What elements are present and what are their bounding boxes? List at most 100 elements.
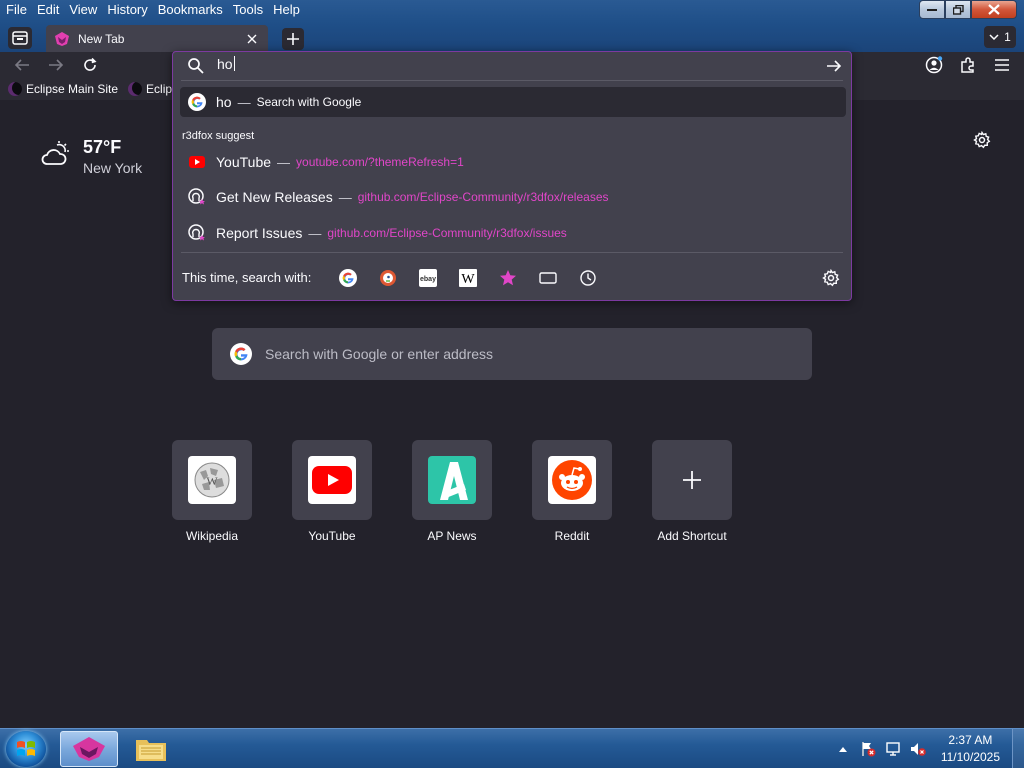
urlbar-input-value: ho xyxy=(217,56,233,72)
menu-help[interactable]: Help xyxy=(268,0,305,20)
shortcut-tile xyxy=(292,440,372,520)
back-arrow-icon xyxy=(14,59,29,71)
youtube-icon xyxy=(308,456,356,504)
newtab-search-input[interactable]: Search with Google or enter address xyxy=(212,328,812,380)
ebay-icon[interactable]: ebay xyxy=(418,268,438,288)
tab-close-button[interactable] xyxy=(244,31,260,47)
menu-tools[interactable]: Tools xyxy=(228,0,268,20)
add-shortcut-button[interactable]: Add Shortcut xyxy=(652,440,732,543)
firefox-view-button[interactable] xyxy=(8,27,32,49)
svg-text:W: W xyxy=(206,474,218,488)
windows-taskbar: 2:37 AM 11/10/2025 xyxy=(0,728,1024,768)
search-icon xyxy=(188,58,204,74)
volume-muted-icon[interactable] xyxy=(910,741,926,757)
menu-history[interactable]: History xyxy=(102,0,152,20)
close-window-button[interactable] xyxy=(971,0,1017,19)
result-action: Search with Google xyxy=(256,95,362,109)
shortcut-label: Add Shortcut xyxy=(657,529,727,543)
urlbar-input-row[interactable]: ho xyxy=(173,52,851,80)
weather-city: New York xyxy=(83,160,143,176)
all-tabs-button[interactable]: 1 xyxy=(984,26,1016,48)
reload-button[interactable] xyxy=(80,55,100,75)
extensions-button[interactable] xyxy=(958,55,978,75)
minimize-icon xyxy=(927,8,937,11)
shortcut-ap-news[interactable]: AP News xyxy=(412,440,492,543)
history-icon[interactable] xyxy=(578,268,598,288)
search-settings-button[interactable] xyxy=(821,268,841,288)
duckduckgo-icon[interactable] xyxy=(378,268,398,288)
start-button[interactable] xyxy=(6,731,46,767)
reload-icon xyxy=(84,57,97,71)
menu-bookmarks[interactable]: Bookmarks xyxy=(153,0,228,20)
text-caret xyxy=(233,56,235,71)
result-group-label: r3dfox suggest xyxy=(182,130,255,142)
gear-icon xyxy=(822,269,840,287)
action-center-icon[interactable] xyxy=(860,741,876,757)
back-button[interactable] xyxy=(12,55,32,75)
divider xyxy=(181,252,843,253)
urlbar-result-search[interactable]: ho — Search with Google xyxy=(180,87,846,117)
chevron-down-icon xyxy=(989,34,999,40)
urlbar-input[interactable]: ho xyxy=(217,56,235,72)
gear-icon xyxy=(973,131,991,149)
bookmark-label: Eclipse Main Site xyxy=(26,82,119,96)
urlbar-dropdown: ho ho — Search with Google r3dfox sugges… xyxy=(172,51,852,301)
account-button[interactable] xyxy=(924,55,944,75)
r3dfox-logo-icon xyxy=(55,31,69,46)
bookmark-item[interactable]: Eclips xyxy=(128,82,178,96)
go-arrow-icon[interactable] xyxy=(825,57,843,75)
shortcut-label: AP News xyxy=(427,529,477,543)
tab-new-tab[interactable]: New Tab xyxy=(46,25,268,52)
eclipse-icon xyxy=(8,82,22,96)
tab-count: 1 xyxy=(1004,30,1011,44)
show-desktop-button[interactable] xyxy=(1012,729,1024,768)
shortcut-youtube[interactable]: YouTube xyxy=(292,440,372,543)
urlbar-result[interactable]: Report Issues — github.com/Eclipse-Commu… xyxy=(180,218,846,248)
tabs-icon[interactable] xyxy=(538,268,558,288)
new-tab-button[interactable] xyxy=(282,28,304,50)
result-title: Report Issues xyxy=(216,225,303,241)
wikipedia-icon: W xyxy=(188,456,236,504)
google-icon xyxy=(230,343,252,365)
urlbar-result[interactable]: Get New Releases — github.com/Eclipse-Co… xyxy=(180,182,846,212)
google-icon[interactable] xyxy=(338,268,358,288)
minimize-button[interactable] xyxy=(919,0,945,19)
google-icon xyxy=(188,93,206,111)
wikipedia-icon[interactable]: W xyxy=(458,268,478,288)
plus-icon xyxy=(287,33,299,45)
result-separator: — xyxy=(308,225,322,241)
menu-edit[interactable]: Edit xyxy=(32,0,64,20)
app-menu-button[interactable] xyxy=(992,55,1012,75)
github-icon xyxy=(188,224,206,242)
github-icon xyxy=(188,188,206,206)
urlbar-result[interactable]: YouTube — youtube.com/?themeRefresh=1 xyxy=(180,147,846,177)
taskbar-explorer-button[interactable] xyxy=(122,731,180,767)
reddit-icon xyxy=(548,456,596,504)
shortcut-label: Wikipedia xyxy=(185,529,239,543)
windows-logo-icon xyxy=(17,741,35,756)
shortcut-tile xyxy=(412,440,492,520)
folder-icon xyxy=(136,740,166,761)
shortcut-reddit[interactable]: Reddit xyxy=(532,440,612,543)
network-icon[interactable] xyxy=(885,741,901,757)
forward-button[interactable] xyxy=(46,55,66,75)
maximize-button[interactable] xyxy=(945,0,971,19)
result-separator: — xyxy=(338,189,352,205)
taskbar-r3dfox-button[interactable] xyxy=(60,731,118,767)
ap-news-icon xyxy=(428,456,476,504)
result-title: Get New Releases xyxy=(216,189,333,205)
result-title: YouTube xyxy=(216,154,272,170)
menu-file[interactable]: File xyxy=(0,0,32,20)
shortcut-wikipedia[interactable]: W Wikipedia xyxy=(172,440,252,543)
bookmarks-star-icon[interactable] xyxy=(498,268,518,288)
newtab-settings-button[interactable] xyxy=(972,130,992,150)
show-hidden-icons-button[interactable] xyxy=(835,741,851,757)
tab-title: New Tab xyxy=(78,31,125,46)
search-placeholder: Search with Google or enter address xyxy=(265,346,494,362)
bookmark-item[interactable]: Eclipse Main Site xyxy=(8,82,118,96)
window-titlebar: File Edit View History Bookmarks Tools H… xyxy=(0,0,1024,52)
one-off-search-bar: This time, search with: ebay W xyxy=(173,264,851,292)
menu-bar: File Edit View History Bookmarks Tools H… xyxy=(0,0,305,20)
taskbar-clock[interactable]: 2:37 AM 11/10/2025 xyxy=(941,732,1000,766)
menu-view[interactable]: View xyxy=(64,0,102,20)
